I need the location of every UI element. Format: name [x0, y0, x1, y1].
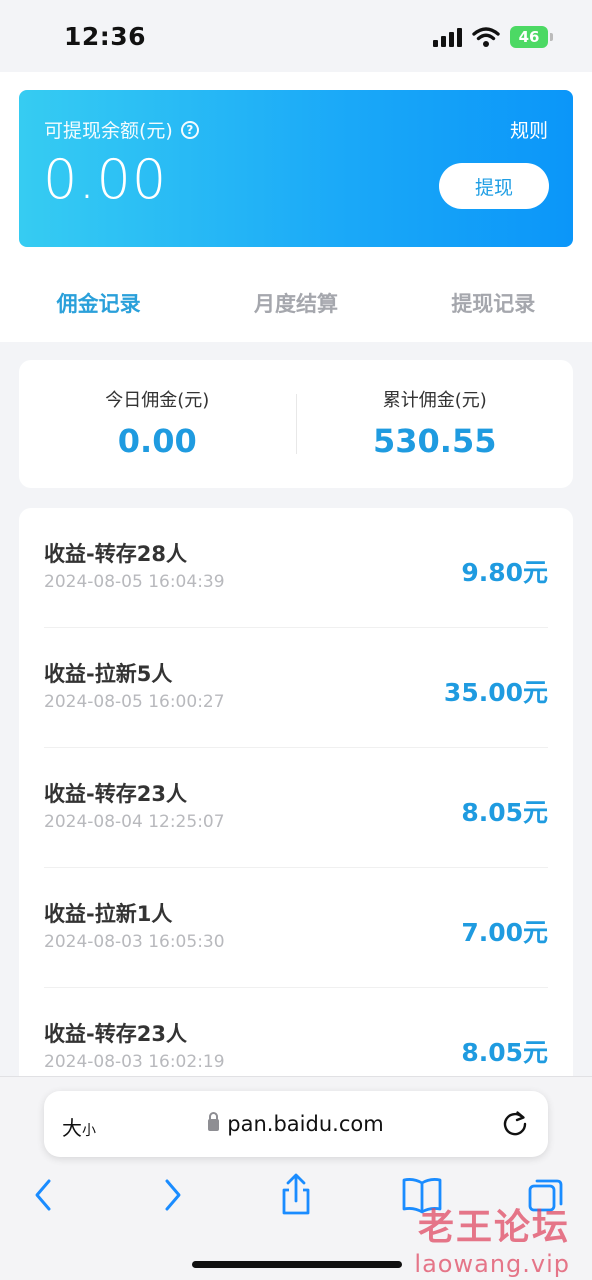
total-commission-value: 530.55 — [373, 422, 497, 460]
home-indicator — [192, 1261, 402, 1268]
forward-arrow-icon[interactable] — [150, 1173, 194, 1217]
withdraw-button[interactable]: 提现 — [439, 163, 549, 209]
help-icon[interactable]: ? — [180, 120, 199, 139]
tab-commission-records[interactable]: 佣金记录 — [0, 276, 197, 332]
status-icons: 46 — [433, 26, 553, 48]
status-bar: 12:36 46 — [0, 0, 592, 72]
share-icon[interactable] — [274, 1173, 318, 1217]
battery-icon: 46 — [510, 26, 553, 48]
record-amount: 9.80元 — [461, 558, 548, 587]
record-amount: 8.05元 — [461, 1038, 548, 1067]
address-bar[interactable]: 大小 pan.baidu.com — [44, 1091, 548, 1157]
rules-link[interactable]: 规则 — [510, 116, 548, 143]
total-commission-label: 累计佣金(元) — [382, 390, 487, 411]
list-item[interactable]: 收益-转存28人 2024-08-05 16:04:39 9.80元 — [44, 508, 548, 628]
watermark-line-1: 老王论坛 — [417, 1207, 570, 1248]
list-item[interactable]: 收益-拉新1人 2024-08-03 16:05:30 7.00元 — [44, 868, 548, 988]
back-arrow-icon[interactable] — [22, 1173, 66, 1217]
url-display[interactable]: pan.baidu.com — [44, 1112, 548, 1136]
cellular-signal-icon — [433, 27, 462, 47]
record-time: 2024-08-05 16:00:27 — [44, 692, 225, 712]
record-time: 2024-08-03 16:02:19 — [44, 1052, 225, 1072]
today-commission-label: 今日佣金(元) — [105, 390, 210, 411]
tab-withdraw-records[interactable]: 提现记录 — [395, 276, 592, 332]
record-amount: 7.00元 — [461, 918, 548, 947]
reload-icon[interactable] — [500, 1108, 530, 1138]
wifi-icon — [472, 27, 500, 47]
record-amount: 8.05元 — [461, 798, 548, 827]
balance-label-row: 可提现余额(元) ? — [44, 116, 199, 143]
lock-icon — [208, 1112, 220, 1131]
record-time: 2024-08-03 16:05:30 — [44, 932, 225, 952]
today-commission-value: 0.00 — [117, 422, 197, 460]
record-amount: 35.00元 — [443, 678, 548, 707]
record-title: 收益-转存23人 — [44, 1022, 187, 1046]
total-commission: 累计佣金(元) 530.55 — [297, 360, 574, 488]
record-title: 收益-转存28人 — [44, 542, 187, 566]
list-item[interactable]: 收益-拉新5人 2024-08-05 16:00:27 35.00元 — [44, 628, 548, 748]
record-time: 2024-08-04 12:25:07 — [44, 812, 225, 832]
balance-card: 可提现余额(元) ? 规则 0.00 提现 — [19, 90, 573, 247]
today-commission: 今日佣金(元) 0.00 — [19, 360, 296, 488]
record-title: 收益-转存23人 — [44, 782, 187, 806]
status-time: 12:36 — [64, 22, 147, 51]
commission-stats-card: 今日佣金(元) 0.00 累计佣金(元) 530.55 — [19, 360, 573, 488]
record-title: 收益-拉新5人 — [44, 662, 173, 686]
url-text: pan.baidu.com — [227, 1112, 384, 1136]
browser-toolbar: 大小 pan.baidu.com 老王论坛 laowang.vip — [0, 1076, 592, 1280]
watermark-logo: 老王论坛 laowang.vip — [414, 1198, 570, 1278]
record-title: 收益-拉新1人 — [44, 902, 173, 926]
balance-amount: 0.00 — [43, 148, 168, 211]
record-time: 2024-08-05 16:04:39 — [44, 572, 225, 592]
tab-monthly-settlement[interactable]: 月度结算 — [197, 276, 394, 332]
watermark-line-2: laowang.vip — [414, 1250, 570, 1278]
list-item[interactable]: 收益-转存23人 2024-08-04 12:25:07 8.05元 — [44, 748, 548, 868]
balance-label: 可提现余额(元) — [44, 120, 173, 142]
tab-bar: 佣金记录 月度结算 提现记录 — [0, 276, 592, 332]
commission-record-list: 收益-转存28人 2024-08-05 16:04:39 9.80元 收益-拉新… — [19, 508, 573, 1128]
